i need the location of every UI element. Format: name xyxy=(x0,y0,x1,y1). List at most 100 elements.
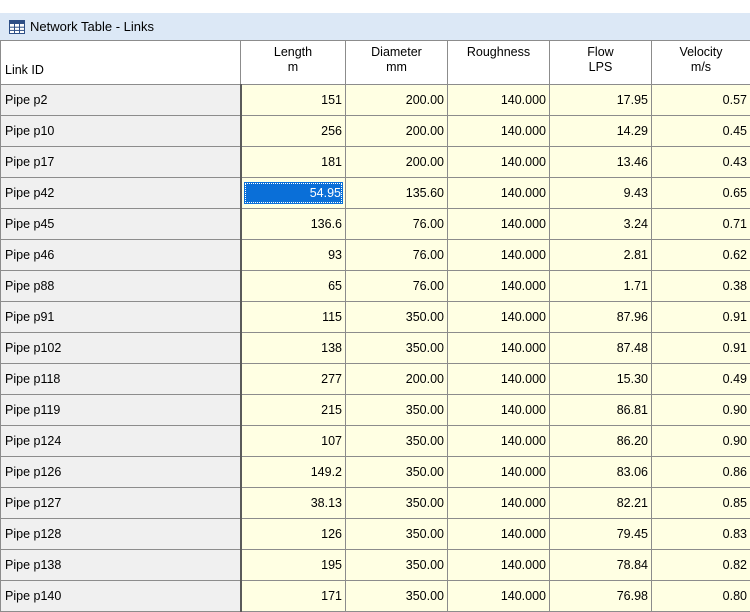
link-id-cell[interactable]: Pipe p102 xyxy=(0,332,242,364)
velocity-cell[interactable]: 0.86 xyxy=(651,456,750,488)
flow-cell[interactable]: 14.29 xyxy=(549,115,652,147)
table-row[interactable]: Pipe p46 93 76.00 140.000 2.81 0.62 xyxy=(0,239,750,271)
table-row[interactable]: Pipe p42 54.95 135.60 140.000 9.43 0.65 xyxy=(0,177,750,209)
table-row[interactable]: Pipe p127 38.13 350.00 140.000 82.21 0.85 xyxy=(0,487,750,519)
diameter-cell[interactable]: 200.00 xyxy=(345,146,448,178)
flow-cell[interactable]: 9.43 xyxy=(549,177,652,209)
diameter-cell[interactable]: 350.00 xyxy=(345,332,448,364)
flow-cell[interactable]: 17.95 xyxy=(549,84,652,116)
roughness-cell[interactable]: 140.000 xyxy=(447,84,550,116)
length-cell[interactable]: 126 xyxy=(240,518,346,550)
table-row[interactable]: Pipe p119 215 350.00 140.000 86.81 0.90 xyxy=(0,394,750,426)
roughness-cell[interactable]: 140.000 xyxy=(447,518,550,550)
table-row[interactable]: Pipe p17 181 200.00 140.000 13.46 0.43 xyxy=(0,146,750,178)
roughness-cell[interactable]: 140.000 xyxy=(447,177,550,209)
link-id-cell[interactable]: Pipe p126 xyxy=(0,456,242,488)
roughness-cell[interactable]: 140.000 xyxy=(447,425,550,457)
roughness-cell[interactable]: 140.000 xyxy=(447,363,550,395)
link-id-cell[interactable]: Pipe p45 xyxy=(0,208,242,240)
table-row[interactable]: Pipe p88 65 76.00 140.000 1.71 0.38 xyxy=(0,270,750,302)
flow-cell[interactable]: 2.81 xyxy=(549,239,652,271)
roughness-cell[interactable]: 140.000 xyxy=(447,301,550,333)
length-cell[interactable]: 115 xyxy=(240,301,346,333)
table-row[interactable]: Pipe p140 171 350.00 140.000 76.98 0.80 xyxy=(0,580,750,612)
link-id-cell[interactable]: Pipe p10 xyxy=(0,115,242,147)
link-id-cell[interactable]: Pipe p138 xyxy=(0,549,242,581)
length-cell[interactable]: 107 xyxy=(240,425,346,457)
flow-cell[interactable]: 86.20 xyxy=(549,425,652,457)
length-cell[interactable]: 256 xyxy=(240,115,346,147)
length-cell[interactable]: 138 xyxy=(240,332,346,364)
flow-cell[interactable]: 87.96 xyxy=(549,301,652,333)
diameter-cell[interactable]: 350.00 xyxy=(345,425,448,457)
length-cell[interactable]: 195 xyxy=(240,549,346,581)
roughness-cell[interactable]: 140.000 xyxy=(447,456,550,488)
roughness-cell[interactable]: 140.000 xyxy=(447,270,550,302)
velocity-cell[interactable]: 0.82 xyxy=(651,549,750,581)
column-header-flow[interactable]: Flow LPS xyxy=(549,40,652,85)
column-header-roughness[interactable]: Roughness xyxy=(447,40,550,85)
flow-cell[interactable]: 87.48 xyxy=(549,332,652,364)
length-cell[interactable]: 65 xyxy=(240,270,346,302)
table-row[interactable]: Pipe p126 149.2 350.00 140.000 83.06 0.86 xyxy=(0,456,750,488)
length-cell[interactable]: 277 xyxy=(240,363,346,395)
link-id-cell[interactable]: Pipe p140 xyxy=(0,580,242,612)
flow-cell[interactable]: 79.45 xyxy=(549,518,652,550)
flow-cell[interactable]: 78.84 xyxy=(549,549,652,581)
diameter-cell[interactable]: 350.00 xyxy=(345,456,448,488)
length-cell[interactable]: 136.6 xyxy=(240,208,346,240)
diameter-cell[interactable]: 135.60 xyxy=(345,177,448,209)
table-row[interactable]: Pipe p124 107 350.00 140.000 86.20 0.90 xyxy=(0,425,750,457)
diameter-cell[interactable]: 200.00 xyxy=(345,363,448,395)
velocity-cell[interactable]: 0.43 xyxy=(651,146,750,178)
length-cell[interactable]: 149.2 xyxy=(240,456,346,488)
column-header-diameter[interactable]: Diameter mm xyxy=(345,40,448,85)
diameter-cell[interactable]: 76.00 xyxy=(345,208,448,240)
velocity-cell[interactable]: 0.91 xyxy=(651,301,750,333)
diameter-cell[interactable]: 350.00 xyxy=(345,394,448,426)
roughness-cell[interactable]: 140.000 xyxy=(447,239,550,271)
flow-cell[interactable]: 15.30 xyxy=(549,363,652,395)
velocity-cell[interactable]: 0.83 xyxy=(651,518,750,550)
column-header-link-id[interactable]: Link ID xyxy=(0,40,241,85)
velocity-cell[interactable]: 0.62 xyxy=(651,239,750,271)
diameter-cell[interactable]: 200.00 xyxy=(345,84,448,116)
roughness-cell[interactable]: 140.000 xyxy=(447,115,550,147)
table-row[interactable]: Pipe p128 126 350.00 140.000 79.45 0.83 xyxy=(0,518,750,550)
roughness-cell[interactable]: 140.000 xyxy=(447,332,550,364)
flow-cell[interactable]: 3.24 xyxy=(549,208,652,240)
roughness-cell[interactable]: 140.000 xyxy=(447,146,550,178)
velocity-cell[interactable]: 0.90 xyxy=(651,425,750,457)
link-id-cell[interactable]: Pipe p124 xyxy=(0,425,242,457)
length-cell[interactable]: 171 xyxy=(240,580,346,612)
velocity-cell[interactable]: 0.57 xyxy=(651,84,750,116)
link-id-cell[interactable]: Pipe p2 xyxy=(0,84,242,116)
link-id-cell[interactable]: Pipe p17 xyxy=(0,146,242,178)
window-title-bar[interactable]: Network Table - Links xyxy=(0,13,750,41)
flow-cell[interactable]: 82.21 xyxy=(549,487,652,519)
diameter-cell[interactable]: 200.00 xyxy=(345,115,448,147)
roughness-cell[interactable]: 140.000 xyxy=(447,487,550,519)
diameter-cell[interactable]: 76.00 xyxy=(345,239,448,271)
flow-cell[interactable]: 76.98 xyxy=(549,580,652,612)
table-row[interactable]: Pipe p45 136.6 76.00 140.000 3.24 0.71 xyxy=(0,208,750,240)
link-id-cell[interactable]: Pipe p128 xyxy=(0,518,242,550)
length-cell[interactable]: 181 xyxy=(240,146,346,178)
diameter-cell[interactable]: 350.00 xyxy=(345,518,448,550)
velocity-cell[interactable]: 0.65 xyxy=(651,177,750,209)
flow-cell[interactable]: 86.81 xyxy=(549,394,652,426)
velocity-cell[interactable]: 0.90 xyxy=(651,394,750,426)
length-cell[interactable]: 215 xyxy=(240,394,346,426)
link-id-cell[interactable]: Pipe p46 xyxy=(0,239,242,271)
velocity-cell[interactable]: 0.38 xyxy=(651,270,750,302)
diameter-cell[interactable]: 76.00 xyxy=(345,270,448,302)
table-row[interactable]: Pipe p10 256 200.00 140.000 14.29 0.45 xyxy=(0,115,750,147)
roughness-cell[interactable]: 140.000 xyxy=(447,549,550,581)
table-row[interactable]: Pipe p118 277 200.00 140.000 15.30 0.49 xyxy=(0,363,750,395)
link-id-cell[interactable]: Pipe p118 xyxy=(0,363,242,395)
link-id-cell[interactable]: Pipe p127 xyxy=(0,487,242,519)
velocity-cell[interactable]: 0.45 xyxy=(651,115,750,147)
roughness-cell[interactable]: 140.000 xyxy=(447,394,550,426)
roughness-cell[interactable]: 140.000 xyxy=(447,580,550,612)
length-cell[interactable]: 38.13 xyxy=(240,487,346,519)
